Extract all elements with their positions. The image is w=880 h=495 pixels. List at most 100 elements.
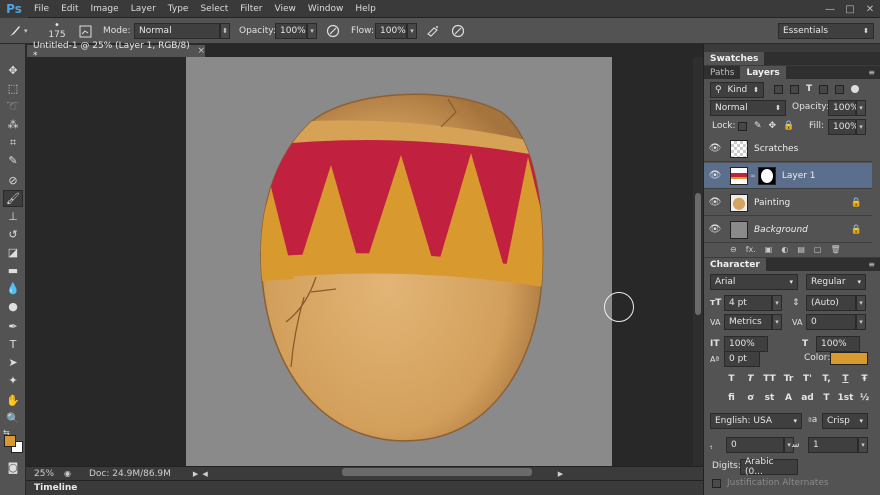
chain-link-icon[interactable]: ∞ xyxy=(750,172,756,180)
layer-filter-kind[interactable]: ⚲ Kind ⬍ xyxy=(710,82,764,98)
filter-smart-icon[interactable] xyxy=(835,84,845,94)
menu-help[interactable]: Help xyxy=(349,4,382,14)
filter-shape-icon[interactable] xyxy=(819,84,829,94)
maximize-button[interactable]: □ xyxy=(840,0,860,18)
panel-menu-icon[interactable]: ≡ xyxy=(868,68,875,77)
swash-button[interactable]: A xyxy=(779,393,798,403)
path-selection-tool[interactable]: ➤ xyxy=(3,354,23,371)
underline-button[interactable]: T xyxy=(836,374,855,384)
tab-character[interactable]: Character xyxy=(704,258,766,271)
small-caps-button[interactable]: Tr xyxy=(779,374,798,384)
quick-mask-button[interactable]: ◙ xyxy=(3,459,23,476)
airbrush-button[interactable] xyxy=(424,22,442,40)
zoom-level[interactable]: 25% xyxy=(34,469,54,479)
new-layer-icon[interactable]: ▢ xyxy=(814,245,822,254)
foreground-color-swatch[interactable] xyxy=(4,435,16,447)
brush-panel-toggle[interactable] xyxy=(76,22,94,40)
ordinals-button[interactable]: 1st xyxy=(836,393,855,403)
lock-pixels-icon[interactable]: ✎ xyxy=(754,121,762,131)
blend-mode-dropdown[interactable]: Normal ⬍ xyxy=(710,100,786,116)
dodge-tool[interactable]: ● xyxy=(3,298,23,315)
brush-tool-preset-picker[interactable]: ▾ xyxy=(6,22,28,40)
eye-icon[interactable]: 👁 xyxy=(704,224,726,235)
stylistic-alternates-button[interactable]: ad xyxy=(798,393,817,403)
language-dropdown[interactable]: English: USA ▾ xyxy=(710,413,802,429)
baseline-shift-field[interactable]: Aª 0 pt xyxy=(710,351,760,367)
zoom-tool[interactable]: 🔍 xyxy=(3,410,23,427)
faux-bold-button[interactable]: T xyxy=(722,374,741,384)
scroll-left-arrow-icon[interactable]: ◀ xyxy=(202,470,207,478)
horizontal-scale-field[interactable]: T 100% xyxy=(802,336,860,352)
history-brush-tool[interactable]: ↺ xyxy=(3,226,23,243)
crop-tool[interactable]: ⌗ xyxy=(3,134,23,151)
layer-row-painting[interactable]: 👁 Painting 🔒 xyxy=(704,190,872,216)
menu-edit[interactable]: Edit xyxy=(55,4,84,14)
eyedropper-tool[interactable]: ✎ xyxy=(3,152,23,169)
menu-view[interactable]: View xyxy=(269,4,302,14)
new-group-icon[interactable]: ▤ xyxy=(797,245,805,254)
fx-icon[interactable]: fx. xyxy=(746,245,756,254)
justification-alternates-option[interactable]: Justification Alternates xyxy=(712,478,829,488)
brush-tool[interactable]: 🖌 xyxy=(3,190,23,207)
adjustment-layer-icon[interactable]: ◐ xyxy=(781,245,788,254)
trash-icon[interactable]: 🗑 xyxy=(830,245,840,254)
menu-image[interactable]: Image xyxy=(85,4,125,14)
leading-field[interactable]: ⇕ (Auto) ▾ xyxy=(792,295,866,311)
horizontal-scroll-thumb[interactable] xyxy=(342,468,532,476)
anti-alias-dropdown[interactable]: Crisp ▾ xyxy=(822,413,868,429)
menu-select[interactable]: Select xyxy=(194,4,234,14)
tab-swatches[interactable]: Swatches xyxy=(704,52,765,65)
close-tab-icon[interactable]: × xyxy=(197,46,205,56)
titling-alternates-button[interactable]: T xyxy=(817,393,836,403)
all-caps-button[interactable]: TT xyxy=(760,374,779,384)
font-size-field[interactable]: ᴛT 4 pt ▾ xyxy=(710,295,782,311)
close-window-button[interactable]: ✕ xyxy=(860,0,880,18)
superscript-button[interactable]: T' xyxy=(798,374,817,384)
lock-position-icon[interactable]: ✥ xyxy=(769,121,777,131)
eye-icon[interactable]: 👁 xyxy=(704,197,726,208)
arabic-field-b[interactable]: ﺳ 1 ▾ xyxy=(792,437,868,453)
eye-icon[interactable]: 👁 xyxy=(704,170,726,181)
type-tool[interactable]: T xyxy=(3,336,23,353)
filter-adjust-icon[interactable] xyxy=(790,84,799,94)
gradient-tool[interactable]: ▬ xyxy=(3,262,23,279)
clone-stamp-tool[interactable]: ⊥ xyxy=(3,208,23,225)
vertical-scale-field[interactable]: IT 100% xyxy=(710,336,768,352)
subscript-button[interactable]: T, xyxy=(817,374,836,384)
layer-row-scratches[interactable]: 👁 Scratches xyxy=(704,136,872,162)
layer-row-layer-1[interactable]: 👁 ∞ Layer 1 xyxy=(704,163,872,189)
panel-menu-icon[interactable]: ≡ xyxy=(868,260,875,269)
menu-layer[interactable]: Layer xyxy=(125,4,162,14)
lock-all-icon[interactable]: 🔒 xyxy=(783,121,794,131)
lock-transparency-icon[interactable] xyxy=(738,121,747,131)
tab-layers[interactable]: Layers xyxy=(740,66,786,79)
opacity-field[interactable]: 100% ▾ xyxy=(275,22,317,40)
status-menu-arrow-icon[interactable]: ▶ xyxy=(193,470,198,478)
text-color-swatch[interactable] xyxy=(830,352,868,365)
marquee-tool[interactable]: ⬚ xyxy=(3,80,23,97)
brush-size-picker[interactable]: • 175 xyxy=(42,21,72,41)
vertical-scroll-thumb[interactable] xyxy=(695,193,701,315)
fill-field[interactable]: 100% ▾ xyxy=(828,119,866,135)
minimize-button[interactable]: — xyxy=(820,0,840,18)
font-family-dropdown[interactable]: Arial ▾ xyxy=(710,274,798,290)
menu-window[interactable]: Window xyxy=(302,4,350,14)
timeline-panel-tab[interactable]: Timeline xyxy=(26,480,703,495)
font-style-dropdown[interactable]: Regular ▾ xyxy=(806,274,866,290)
strikethrough-button[interactable]: Ŧ xyxy=(855,374,874,384)
filter-pixel-icon[interactable] xyxy=(774,84,783,94)
quick-select-tool[interactable]: ⁂ xyxy=(3,116,23,133)
filter-type-icon[interactable]: T xyxy=(806,84,812,94)
add-mask-icon[interactable]: ▣ xyxy=(765,245,773,254)
menu-filter[interactable]: Filter xyxy=(234,4,268,14)
status-info-icon[interactable]: ◉ xyxy=(64,469,71,478)
layer-row-background[interactable]: 👁 Background 🔒 xyxy=(704,217,872,243)
fractions-button[interactable]: ½ xyxy=(855,393,874,403)
link-layers-icon[interactable]: ⊖ xyxy=(730,245,737,254)
ligatures-button[interactable]: fi xyxy=(722,393,741,403)
digits-dropdown[interactable]: Arabic (0... xyxy=(740,457,798,477)
document-tab[interactable]: Untitled-1 @ 25% (Layer 1, RGB/8) * × xyxy=(26,41,206,61)
contextual-alternates-button[interactable]: ơ xyxy=(741,393,760,403)
tab-paths[interactable]: Paths xyxy=(704,66,740,79)
mode-dropdown[interactable]: Normal ⬍ xyxy=(134,22,230,40)
